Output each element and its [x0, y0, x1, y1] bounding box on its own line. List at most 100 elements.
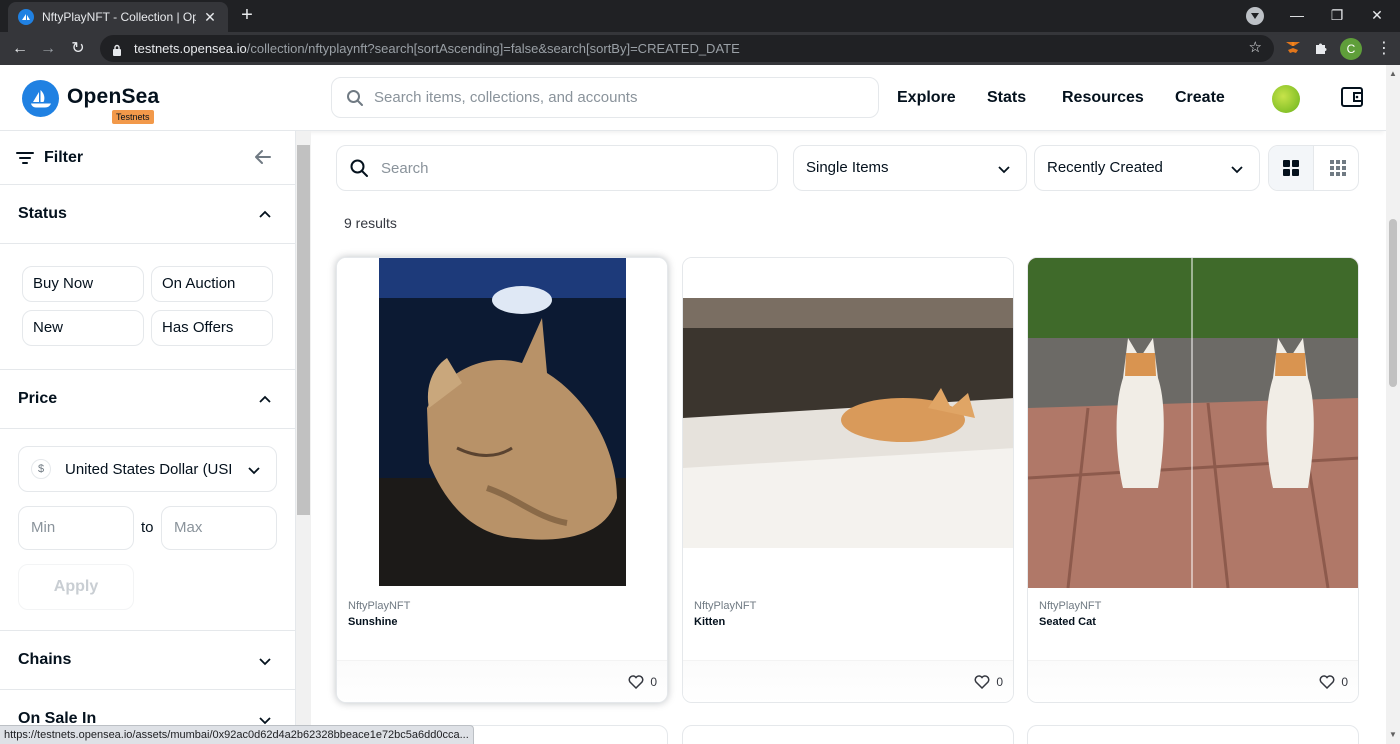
favorite-count: 0 — [996, 675, 1003, 689]
browser-tab-bar: NftyPlayNFT - Collection | OpenSea ✕ + —… — [0, 0, 1400, 32]
favorite-button[interactable]: 0 — [628, 675, 657, 689]
global-search[interactable] — [331, 77, 879, 118]
global-search-input[interactable] — [374, 89, 864, 106]
collapse-arrow-icon[interactable] — [253, 147, 273, 167]
scroll-down-icon[interactable]: ▼ — [1388, 730, 1398, 740]
browser-toolbar: ← → ↻ testnets.opensea.io/collection/nft… — [0, 32, 1400, 65]
asset-card[interactable] — [1027, 725, 1359, 744]
sidebar-scroll-thumb[interactable] — [297, 145, 310, 515]
extensions-icon[interactable] — [1310, 37, 1332, 59]
assets-main: Single Items Recently Created 9 results — [311, 131, 1386, 744]
window-close-icon[interactable]: ✕ — [1354, 0, 1400, 30]
filter-title: Filter — [44, 148, 84, 166]
status-new[interactable]: New — [22, 310, 144, 346]
asset-search-input[interactable] — [381, 159, 765, 177]
favorite-button[interactable]: 0 — [974, 675, 1003, 689]
wallet-icon[interactable] — [1340, 85, 1364, 109]
new-tab-icon[interactable]: + — [236, 4, 258, 26]
chevron-up-icon — [259, 210, 271, 218]
tab-title: NftyPlayNFT - Collection | OpenSea — [42, 10, 196, 24]
filter-header: Filter — [0, 131, 295, 185]
url-text: testnets.opensea.io/collection/nftyplayn… — [134, 41, 740, 56]
status-has-offers[interactable]: Has Offers — [151, 310, 273, 346]
asset-search[interactable] — [336, 145, 778, 191]
price-section-header[interactable]: Price — [0, 370, 295, 429]
card-collection: NftyPlayNFT — [694, 600, 757, 612]
search-icon — [347, 89, 363, 106]
price-title: Price — [18, 390, 58, 407]
favorite-count: 0 — [650, 675, 657, 689]
favorite-count: 0 — [1341, 675, 1348, 689]
browser-menu-icon[interactable]: ⋮ — [1376, 38, 1392, 60]
chains-section-header[interactable]: Chains — [0, 631, 295, 690]
page-scrollbar[interactable]: ▲ ▼ — [1386, 65, 1400, 744]
price-to-label: to — [141, 519, 154, 536]
asset-card[interactable]: NftyPlayNFT Kitten 0 — [682, 257, 1014, 703]
price-max-input[interactable]: Max — [161, 506, 277, 550]
tab-close-icon[interactable]: ✕ — [202, 9, 218, 26]
status-options: Buy Now On Auction New Has Offers — [0, 244, 295, 370]
sidebar-scrollbar[interactable] — [296, 131, 311, 744]
heart-icon — [974, 675, 990, 689]
back-icon[interactable]: ← — [8, 37, 32, 61]
opensea-logo-icon[interactable] — [22, 80, 59, 117]
nav-explore[interactable]: Explore — [897, 89, 956, 107]
price-min-input[interactable]: Min — [18, 506, 134, 550]
forward-icon[interactable]: → — [36, 37, 60, 61]
favorite-button[interactable]: 0 — [1319, 675, 1348, 689]
browser-tab[interactable]: NftyPlayNFT - Collection | OpenSea ✕ — [8, 2, 228, 32]
card-footer: 0 — [683, 660, 1013, 702]
reload-icon[interactable]: ↻ — [66, 37, 90, 61]
opensea-favicon-icon — [18, 9, 34, 25]
items-type-dropdown[interactable]: Single Items — [793, 145, 1027, 191]
profile-avatar[interactable]: C — [1340, 38, 1362, 60]
large-grid-icon[interactable] — [1269, 146, 1314, 190]
nav-stats[interactable]: Stats — [987, 89, 1026, 107]
status-title: Status — [18, 205, 67, 222]
card-name: Seated Cat — [1039, 616, 1096, 628]
chevron-down-icon — [1231, 166, 1243, 174]
chains-title: Chains — [18, 651, 72, 668]
metamask-icon[interactable] — [1282, 37, 1304, 59]
asset-image — [337, 258, 667, 588]
asset-card[interactable] — [682, 725, 1014, 744]
heart-icon — [1319, 675, 1335, 689]
status-section-header[interactable]: Status — [0, 185, 295, 244]
chevron-down-icon — [998, 166, 1010, 174]
status-buy-now[interactable]: Buy Now — [22, 266, 144, 302]
filter-sidebar: Filter Status Buy Now On Auction New Has… — [0, 131, 296, 744]
address-bar[interactable]: testnets.opensea.io/collection/nftyplayn… — [100, 35, 1274, 62]
card-name: Kitten — [694, 616, 726, 628]
lock-icon — [112, 43, 122, 56]
heart-icon — [628, 675, 644, 689]
card-footer: 0 — [1028, 660, 1358, 702]
results-count: 9 results — [344, 215, 397, 231]
nav-resources[interactable]: Resources — [1062, 89, 1144, 107]
scroll-up-icon[interactable]: ▲ — [1388, 69, 1398, 79]
card-footer: 0 — [337, 660, 667, 702]
price-filter: $ United States Dollar (USD) Min to Max … — [0, 429, 295, 631]
dollar-icon: $ — [31, 459, 51, 479]
card-name: Sunshine — [348, 616, 398, 628]
logo-text[interactable]: OpenSea — [67, 85, 159, 109]
small-grid-icon[interactable] — [1315, 146, 1358, 190]
bookmark-star-icon[interactable]: ☆ — [1249, 38, 1262, 56]
filter-icon — [16, 151, 34, 164]
apply-button[interactable]: Apply — [18, 564, 134, 610]
asset-image — [683, 258, 1013, 588]
asset-card[interactable]: NftyPlayNFT Sunshine 0 — [336, 257, 668, 703]
search-icon — [350, 159, 368, 177]
asset-card[interactable]: NftyPlayNFT Seated Cat 0 — [1027, 257, 1359, 703]
currency-select[interactable]: $ United States Dollar (USD) — [18, 446, 277, 492]
card-collection: NftyPlayNFT — [1039, 600, 1102, 612]
chevron-down-icon — [248, 467, 260, 475]
tab-search-icon[interactable] — [1246, 7, 1264, 25]
nav-create[interactable]: Create — [1175, 89, 1225, 107]
user-avatar[interactable] — [1272, 85, 1300, 113]
link-status-bar: https://testnets.opensea.io/assets/mumba… — [0, 725, 474, 744]
status-on-auction[interactable]: On Auction — [151, 266, 273, 302]
site-header: OpenSea Testnets Explore Stats Resources… — [0, 65, 1386, 131]
page-scroll-thumb[interactable] — [1389, 219, 1397, 387]
chevron-up-icon — [259, 395, 271, 403]
sort-dropdown[interactable]: Recently Created — [1034, 145, 1260, 191]
